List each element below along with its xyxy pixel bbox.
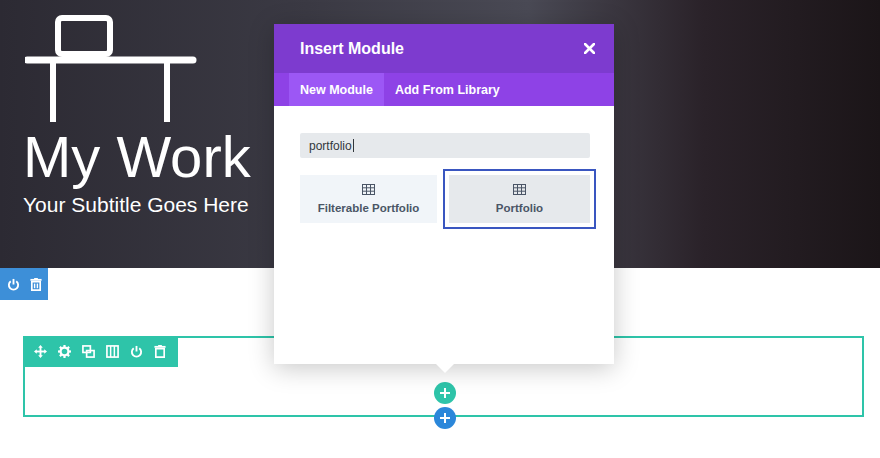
module-card[interactable]: Filterable Portfolio — [300, 175, 437, 223]
modal-tab[interactable]: New Module — [289, 73, 384, 106]
modal-tabs: New ModuleAdd From Library — [274, 73, 614, 106]
plus-icon — [440, 413, 450, 423]
modal-header: Insert Module — [274, 24, 614, 73]
add-module-button[interactable] — [434, 382, 456, 404]
trash-icon[interactable] — [154, 345, 166, 358]
grid-icon — [513, 184, 526, 195]
power-icon[interactable] — [130, 345, 143, 358]
module-list: Filterable Portfolio Portfolio — [300, 175, 590, 223]
text-cursor — [353, 139, 354, 152]
row-toolbar — [23, 336, 178, 367]
modal-tab[interactable]: Add From Library — [384, 73, 511, 106]
plus-icon — [440, 388, 450, 398]
trash-icon[interactable] — [30, 278, 42, 291]
modal-body: portfolio Filterable Portfolio Portfolio — [274, 106, 614, 223]
grid-icon — [362, 184, 375, 195]
section-toolbar — [0, 268, 48, 300]
move-icon[interactable] — [34, 345, 47, 358]
columns-icon[interactable] — [106, 345, 119, 358]
search-field[interactable]: portfolio — [300, 133, 590, 158]
gear-icon[interactable] — [58, 345, 71, 358]
add-row-button[interactable] — [434, 407, 456, 429]
desk-logo-icon — [25, 0, 205, 124]
module-label: Portfolio — [496, 202, 543, 214]
duplicate-icon[interactable] — [82, 345, 95, 358]
insert-module-modal: Insert ModuleNew ModuleAdd From Libraryp… — [274, 24, 614, 364]
close-icon[interactable] — [584, 43, 595, 54]
module-label: Filterable Portfolio — [318, 202, 420, 214]
power-icon[interactable] — [7, 278, 20, 291]
modal-pointer — [436, 364, 454, 373]
modal-title: Insert Module — [300, 40, 404, 58]
builder-page: My WorkYour Subtitle Goes HereInsert Mod… — [0, 0, 880, 458]
module-card[interactable]: Portfolio — [449, 175, 590, 223]
search-value: portfolio — [309, 139, 352, 153]
